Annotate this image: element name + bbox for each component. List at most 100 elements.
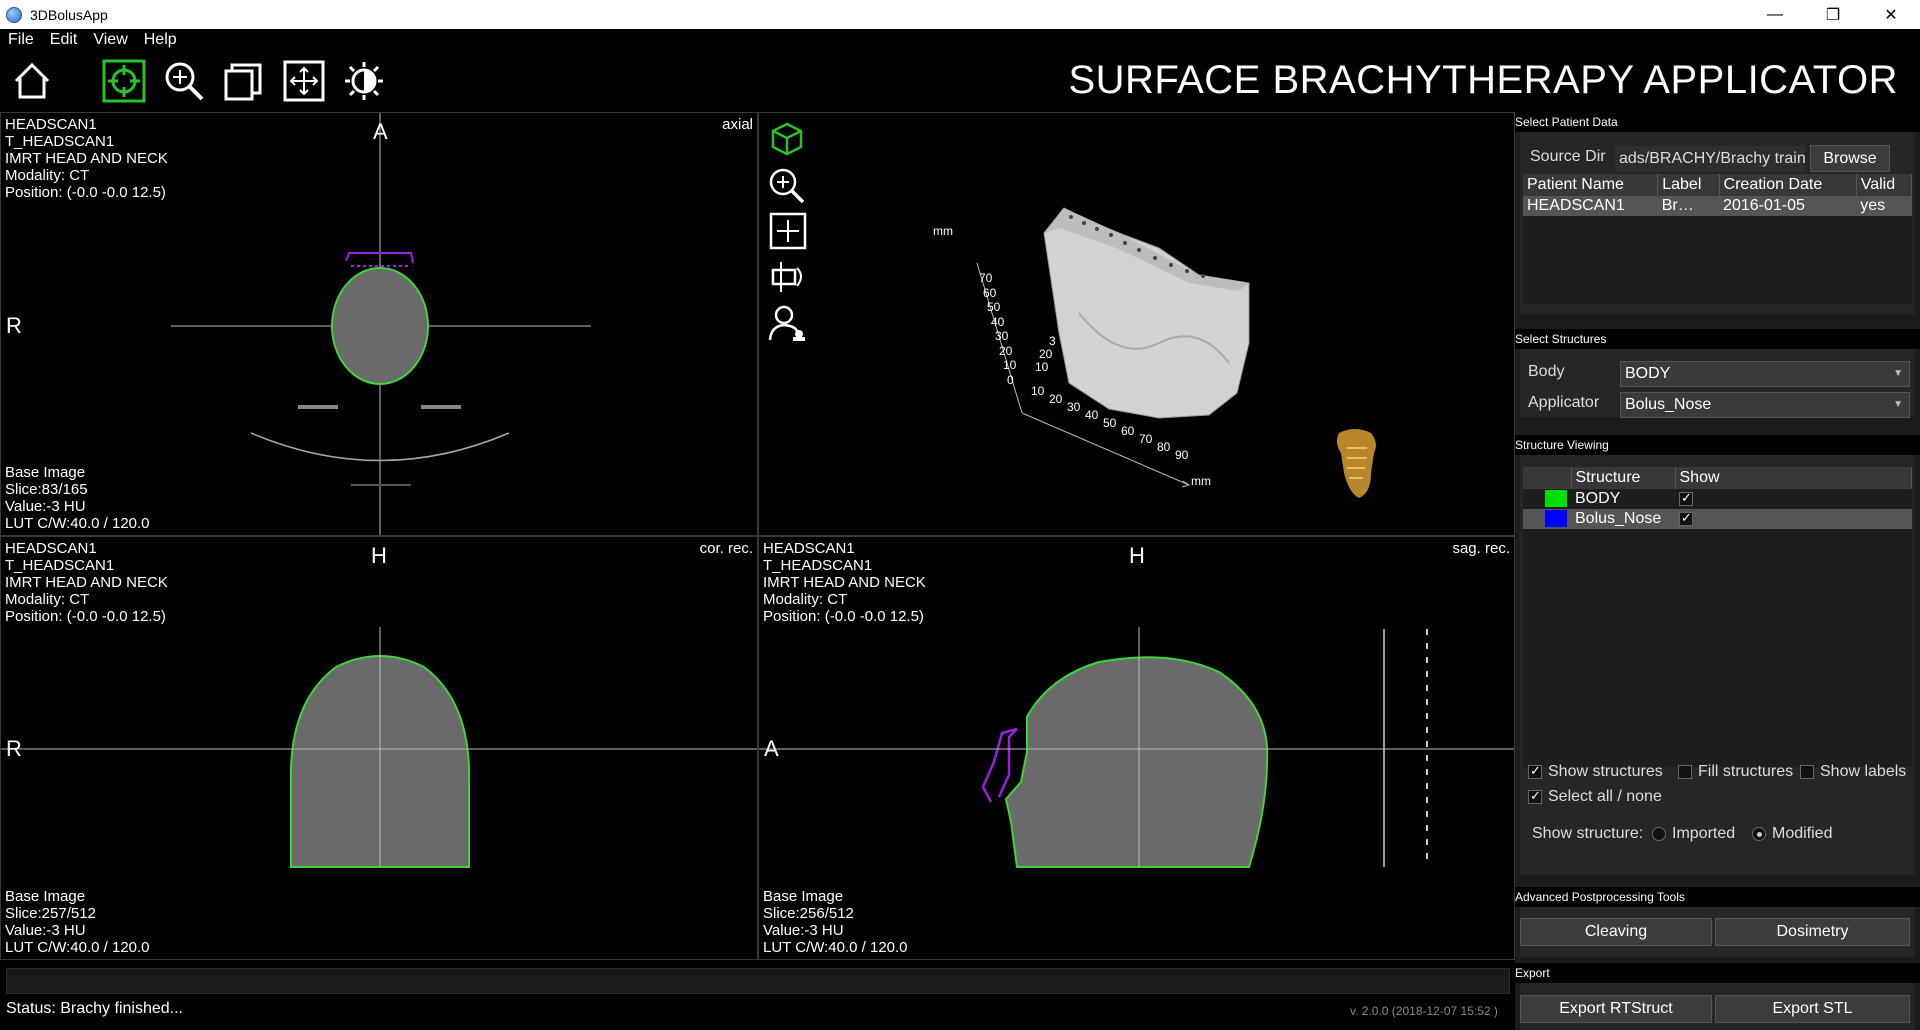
col-patient-name[interactable]: Patient Name	[1523, 174, 1659, 196]
coronal-info: HEADSCAN1 T_HEADSCAN1 IMRT HEAD AND NECK Mo…	[5, 540, 168, 625]
col-structure[interactable]: Structure	[1571, 467, 1676, 489]
show-structures-option[interactable]: Show structures	[1528, 763, 1663, 781]
axial-viewport[interactable]: HEADSCAN1 T_HEADSCAN1 IMRT HEAD AND NECK Mo…	[0, 112, 758, 536]
layers-button[interactable]	[218, 55, 270, 107]
export-stl-button[interactable]: Export STL	[1715, 995, 1910, 1023]
pan-button[interactable]	[278, 55, 330, 107]
chevron-down-icon: ▼	[1893, 399, 1903, 410]
patient-section-title: Select Patient Data	[1515, 112, 1920, 132]
dosimetry-button[interactable]: Dosimetry	[1715, 918, 1910, 946]
applicator-label: Applicator	[1528, 394, 1600, 411]
title-bar: 3DBolusApp — ❐ ✕	[0, 0, 1920, 29]
rotate-3d-button[interactable]	[765, 257, 809, 297]
render3d-viewport[interactable]: mm mm 70 60 50 40 30 20 10 0 3 20 10 10 …	[758, 112, 1515, 536]
export-section: Export RTStruct Export STL	[1520, 983, 1915, 1030]
sagittal-info: HEADSCAN1 T_HEADSCAN1 IMRT HEAD AND NECK Mo…	[763, 540, 926, 625]
export-section-title: Export	[1515, 963, 1920, 983]
pan-3d-button[interactable]	[765, 211, 809, 251]
view-3d-button[interactable]	[765, 119, 809, 159]
imported-option[interactable]: Imported	[1652, 825, 1735, 843]
zoom-icon	[165, 62, 204, 101]
table-row[interactable]: BODY	[1523, 489, 1912, 509]
sagittal-view-tag: sag. rec.	[1452, 540, 1510, 557]
close-button[interactable]: ✕	[1862, 0, 1920, 29]
sagittal-orient-left: A	[764, 736, 779, 761]
browse-button[interactable]: Browse	[1810, 145, 1890, 172]
applicator-select[interactable]: Bolus_Nose ▼	[1620, 392, 1910, 418]
patient-orient-button[interactable]	[765, 303, 809, 343]
show-structures-checkbox[interactable]	[1528, 763, 1542, 779]
crosshair-target-icon	[102, 59, 146, 103]
show-checkbox[interactable]	[1679, 490, 1693, 506]
color-swatch	[1545, 510, 1567, 528]
source-dir-label: Source Dir	[1530, 148, 1606, 165]
coronal-bottom-info: Base Image Slice:257/512 Value:-3 HU LUT C/…	[5, 888, 150, 956]
sagittal-orient-top: H	[1129, 543, 1145, 568]
body-label: Body	[1528, 363, 1565, 380]
home-button[interactable]	[6, 55, 58, 107]
table-row[interactable]: HEADSCAN1 Br… 2016-01-05 yes	[1523, 196, 1912, 216]
table-row[interactable]: Bolus_Nose	[1523, 509, 1912, 529]
select-all-checkbox[interactable]	[1528, 788, 1542, 804]
axis-unit-top: mm	[933, 224, 953, 238]
color-swatch	[1545, 490, 1567, 508]
structure-name: BODY	[1575, 490, 1621, 507]
col-creation-date[interactable]: Creation Date	[1719, 174, 1857, 196]
menu-view[interactable]: View	[85, 31, 135, 49]
zoom-3d-button[interactable]	[765, 165, 809, 205]
cell-patient-name: HEADSCAN1	[1527, 197, 1625, 214]
menu-edit[interactable]: Edit	[42, 31, 86, 49]
patient-table: Patient Name Label Creation Date Valid H…	[1523, 174, 1913, 216]
select-all-option[interactable]: Select all / none	[1528, 788, 1662, 806]
axial-view-tag: axial	[722, 116, 753, 133]
person-icon	[768, 305, 805, 341]
contrast-icon	[345, 62, 383, 100]
modified-option[interactable]: Modified	[1752, 825, 1832, 843]
show-checkbox[interactable]	[1679, 510, 1693, 526]
zoom-icon	[769, 168, 805, 204]
modified-radio[interactable]	[1752, 827, 1766, 841]
pan-icon	[769, 212, 807, 250]
fill-structures-checkbox[interactable]	[1678, 765, 1692, 779]
structures-section-title: Select Structures	[1515, 329, 1920, 349]
export-rtstruct-button[interactable]: Export RTStruct	[1520, 995, 1712, 1023]
structure-table: Structure Show BODY Bolus_Nose	[1523, 467, 1912, 529]
imported-radio[interactable]	[1652, 827, 1666, 841]
menu-bar: File Edit View Help	[0, 29, 185, 51]
cell-label: Br…	[1661, 197, 1694, 214]
sagittal-viewport[interactable]: HEADSCAN1 T_HEADSCAN1 IMRT HEAD AND NECK Mo…	[758, 536, 1515, 960]
viewport-grid: HEADSCAN1 T_HEADSCAN1 IMRT HEAD AND NECK Mo…	[0, 112, 1515, 960]
zoom-button[interactable]	[158, 55, 210, 107]
contrast-button[interactable]	[338, 55, 390, 107]
viewing-section-title: Structure Viewing	[1515, 435, 1920, 455]
chevron-down-icon: ▼	[1893, 368, 1903, 379]
sagittal-bottom-info: Base Image Slice:256/512 Value:-3 HU LUT C/…	[763, 888, 908, 956]
body-select[interactable]: BODY ▼	[1620, 361, 1910, 387]
fill-structures-option[interactable]: Fill structures	[1678, 763, 1793, 781]
col-color	[1523, 467, 1572, 489]
cleaving-button[interactable]: Cleaving	[1520, 918, 1712, 946]
coronal-orient-left: R	[6, 736, 22, 761]
right-panel: Select Patient Data Source Dir ads/BRACH…	[1515, 112, 1920, 1030]
col-valid[interactable]: Valid	[1856, 174, 1913, 196]
status-progress-bar	[6, 968, 1510, 994]
show-labels-checkbox[interactable]	[1800, 765, 1814, 779]
col-show[interactable]: Show	[1675, 467, 1912, 489]
3d-cube-icon	[771, 122, 803, 156]
crosshair-target-button[interactable]	[98, 55, 150, 107]
source-dir-field[interactable]: ads/BRACHY/Brachy training	[1615, 146, 1805, 172]
menu-file[interactable]: File	[0, 31, 42, 49]
menu-help[interactable]: Help	[136, 31, 185, 49]
col-label[interactable]: Label	[1657, 174, 1720, 196]
rotate-icon	[771, 262, 802, 292]
window-title: 3DBolusApp	[30, 6, 108, 23]
axis-ticks-horizontal: 10 20 30 40 50 60 70 80 90	[1031, 384, 1189, 462]
minimize-button[interactable]: —	[1746, 0, 1804, 29]
axis-ticks-vertical: 70 60 50 40 30 20 10 0	[979, 271, 1017, 387]
coronal-viewport[interactable]: HEADSCAN1 T_HEADSCAN1 IMRT HEAD AND NECK Mo…	[0, 536, 758, 960]
maximize-button[interactable]: ❐	[1804, 0, 1862, 29]
show-labels-option[interactable]: Show labels	[1800, 763, 1906, 781]
axial-orient-left: R	[6, 313, 22, 338]
render3d-tools	[765, 119, 809, 343]
viewing-section: Structure Show BODY Bolus_Nose Show stru…	[1520, 455, 1915, 875]
